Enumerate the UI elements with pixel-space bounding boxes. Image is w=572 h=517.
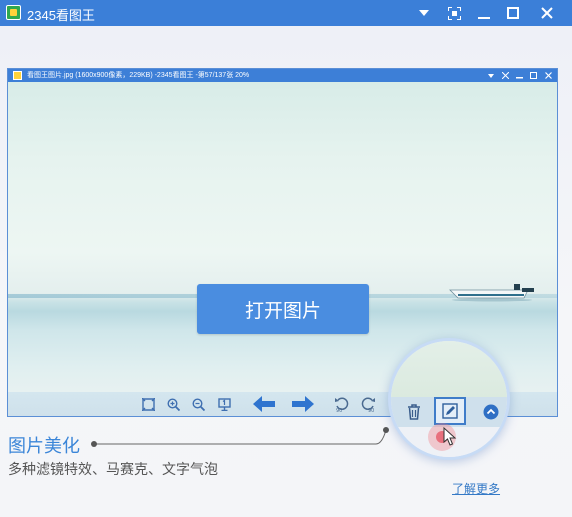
mouse-cursor-icon xyxy=(443,427,457,446)
maximize-icon xyxy=(507,7,519,19)
rotate-right-icon: 90 xyxy=(361,397,375,412)
zoom-in-button[interactable] xyxy=(164,395,182,413)
menu-dropdown-button[interactable] xyxy=(409,0,439,26)
more-options-button[interactable] xyxy=(477,399,505,425)
chevron-down-icon xyxy=(419,10,429,16)
preview-logo-icon xyxy=(13,71,22,80)
preview-fullscreen-button[interactable] xyxy=(498,69,512,82)
preview-title-bar: 看图王图片.jpg (1600x900像素，229KB) -2345看图王 -第… xyxy=(8,69,557,82)
close-icon xyxy=(541,7,553,19)
actual-size-icon xyxy=(217,397,231,411)
title-bar: 2345看图王 xyxy=(0,0,572,26)
rotate-left-label: 90 xyxy=(336,408,342,412)
boat-image xyxy=(449,284,534,302)
next-image-button[interactable] xyxy=(291,395,315,413)
close-icon xyxy=(544,72,552,79)
maximize-icon xyxy=(529,72,537,79)
rotate-left-button[interactable]: 90 xyxy=(333,395,351,413)
minimize-icon xyxy=(478,17,490,19)
rotate-left-icon: 90 xyxy=(335,397,349,412)
preview-maximize-button[interactable] xyxy=(526,69,540,82)
fit-window-button[interactable] xyxy=(139,395,157,413)
fullscreen-button[interactable] xyxy=(439,0,469,26)
feature-title: 图片美化 xyxy=(8,436,80,457)
chevron-down-icon xyxy=(488,73,494,78)
open-image-button[interactable]: 打开图片 xyxy=(197,284,369,334)
window-title: 2345看图王 xyxy=(27,8,95,23)
preview-title: 看图王图片.jpg (1600x900像素，229KB) -2345看图王 -第… xyxy=(27,72,250,79)
preview-minimize-button[interactable] xyxy=(512,69,526,82)
feature-description: 多种滤镜特效、马赛克、文字气泡 xyxy=(8,462,218,478)
close-button[interactable] xyxy=(532,0,562,26)
previous-image-button[interactable] xyxy=(252,395,276,413)
zoom-out-icon xyxy=(191,397,205,411)
fit-window-icon xyxy=(141,397,155,411)
zoom-in-icon xyxy=(166,397,180,411)
edit-icon xyxy=(442,403,458,419)
chevron-up-circle-icon xyxy=(483,404,499,420)
preview-menu-button[interactable] xyxy=(484,69,498,82)
rotate-right-label: 90 xyxy=(368,408,374,412)
delete-button[interactable] xyxy=(400,399,428,425)
actual-size-button[interactable] xyxy=(215,395,233,413)
app-logo-icon xyxy=(6,5,21,20)
trash-icon xyxy=(408,404,420,420)
fullscreen-icon xyxy=(447,6,461,20)
magnifier-bubble xyxy=(388,338,510,460)
minimize-button[interactable] xyxy=(469,0,499,26)
preview-close-button[interactable] xyxy=(541,69,555,82)
rotate-right-button[interactable]: 90 xyxy=(359,395,377,413)
maximize-button[interactable] xyxy=(498,0,528,26)
arrow-right-icon xyxy=(292,396,314,412)
zoom-out-button[interactable] xyxy=(189,395,207,413)
arrow-left-icon xyxy=(253,396,275,412)
fullscreen-icon xyxy=(501,72,509,79)
minimize-icon xyxy=(515,77,523,79)
learn-more-link[interactable]: 了解更多 xyxy=(452,480,500,497)
edit-button[interactable] xyxy=(434,397,466,425)
